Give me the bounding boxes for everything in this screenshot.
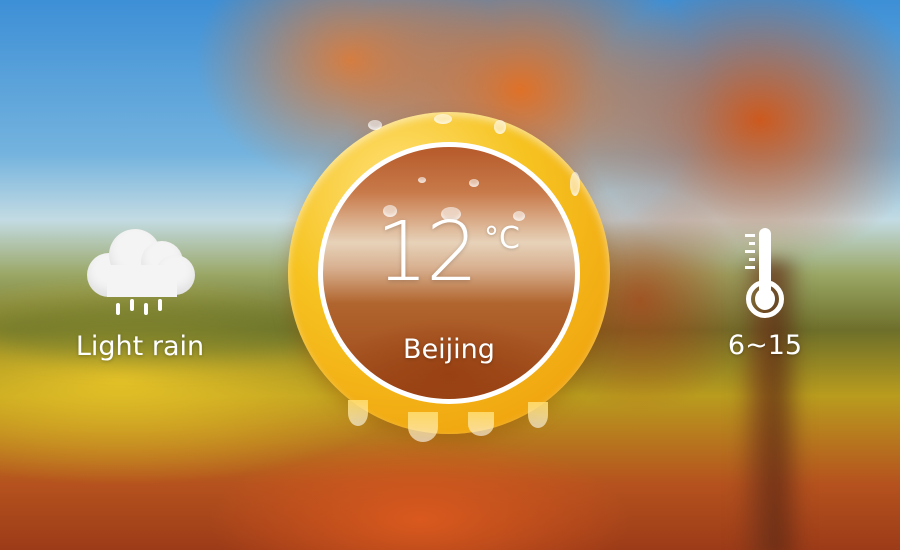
drip-decoration (348, 400, 368, 426)
range-panel: 6~15 (700, 228, 830, 361)
temperature-dial: 12 °C Beijing (288, 112, 610, 442)
temperature-unit: °C (484, 221, 520, 256)
drip-decoration (408, 412, 438, 442)
thermometer-icon (735, 228, 795, 324)
condition-panel: Light rain (60, 225, 220, 362)
city-label: Beijing (403, 334, 495, 365)
temperature-readout: 12 °C (376, 205, 536, 317)
rain-cloud-icon (85, 225, 195, 297)
drip-decoration (468, 412, 494, 436)
raindrops-icon (110, 299, 170, 319)
droplet-decoration (469, 179, 479, 187)
condition-label: Light rain (75, 331, 205, 362)
droplet-decoration (570, 172, 580, 196)
droplet-decoration (434, 114, 452, 124)
droplet-decoration (494, 120, 506, 134)
temperature-value: 12 (376, 205, 478, 300)
temperature-range-label: 6~15 (727, 330, 803, 361)
drip-decoration (528, 402, 548, 428)
weather-widget: Light rain 12 °C Beijing 6~15 (0, 0, 900, 550)
droplet-decoration (368, 120, 382, 130)
droplet-decoration (418, 177, 426, 183)
